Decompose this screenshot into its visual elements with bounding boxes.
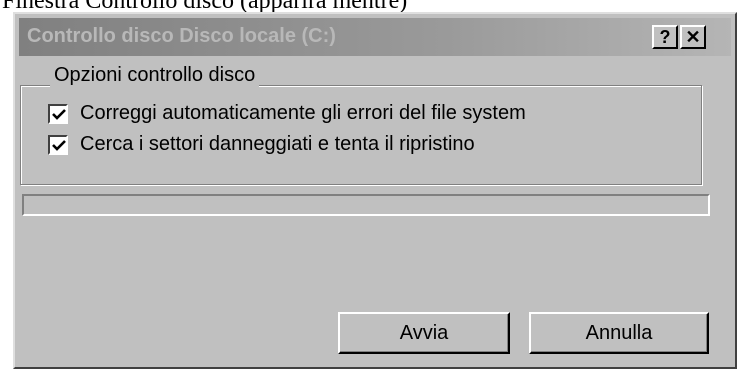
checkmark-icon — [52, 139, 66, 151]
start-button[interactable]: Avvia — [338, 312, 510, 354]
groupbox-label: Opzioni controllo disco — [50, 64, 260, 87]
help-button[interactable]: ? — [652, 25, 678, 49]
option-fix-errors[interactable]: Correggi automaticamente gli errori del … — [48, 102, 526, 125]
close-icon: ✕ — [685, 27, 701, 47]
fix-errors-label: Correggi automaticamente gli errori del … — [80, 102, 526, 124]
close-button[interactable]: ✕ — [680, 25, 706, 49]
option-scan-sectors[interactable]: Cerca i settori danneggiati e tenta il r… — [48, 133, 475, 156]
title-bar[interactable]: Controllo disco Disco locale (C:) ? ✕ — [19, 18, 731, 56]
window-title: Controllo disco Disco locale (C:) — [27, 25, 336, 47]
cancel-button[interactable]: Annulla — [529, 312, 709, 354]
checkmark-icon — [52, 108, 66, 120]
scan-sectors-label: Cerca i settori danneggiati e tenta il r… — [80, 133, 475, 155]
scan-sectors-checkbox[interactable] — [48, 134, 68, 155]
fix-errors-checkbox[interactable] — [48, 103, 68, 124]
page: Finestra Controllo disco (apparirà mentr… — [0, 0, 745, 374]
progress-bar — [22, 194, 710, 216]
